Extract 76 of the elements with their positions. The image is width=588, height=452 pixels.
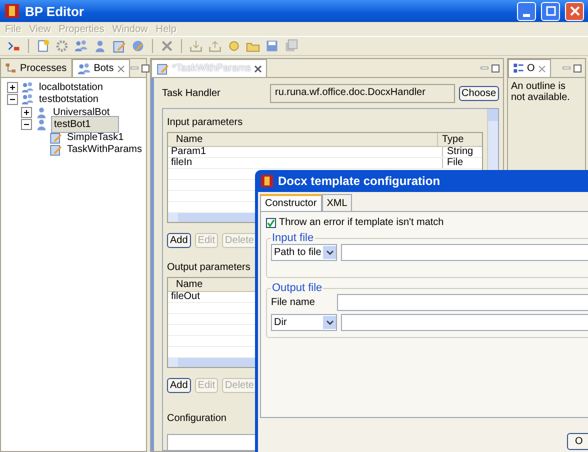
task-icon [49, 130, 62, 144]
tree-item[interactable]: UniversalBot [51, 106, 112, 118]
table-cell: File [442, 158, 482, 168]
dialog-tab[interactable]: Constructor [260, 194, 322, 211]
outline-message: An outline is not available. [510, 80, 571, 105]
tree-item[interactable]: localbotstation [37, 82, 105, 93]
dir-field[interactable] [341, 314, 588, 331]
diagram-icon [5, 62, 17, 74]
maximize-icon[interactable] [573, 64, 582, 72]
save-all-icon[interactable] [283, 38, 299, 54]
tree-item[interactable]: TaskWithParams [65, 144, 144, 156]
minimize-icon[interactable] [480, 64, 489, 72]
choose-button[interactable]: Choose [458, 86, 499, 101]
source-dropdown[interactable]: Dir [271, 314, 337, 331]
column-header[interactable]: Type [437, 133, 482, 146]
close-icon[interactable] [116, 64, 125, 72]
delete-icon[interactable] [159, 38, 175, 54]
task-icon [156, 62, 169, 75]
maximize-icon[interactable] [140, 64, 150, 72]
close-icon [570, 6, 580, 16]
close-icon[interactable] [254, 64, 262, 72]
new-file-icon[interactable] [35, 38, 51, 54]
minimize-button[interactable] [517, 2, 536, 20]
people-icon [21, 80, 34, 94]
app-icon [260, 174, 274, 188]
window-title: BP Editor [25, 4, 85, 18]
person-icon [35, 106, 48, 119]
group-title: Input file [271, 232, 315, 244]
editor-tab[interactable]: *TaskWithParams [151, 59, 267, 77]
checkbox[interactable] [266, 218, 276, 228]
maximize-button[interactable] [541, 2, 560, 20]
maximize-icon[interactable] [491, 64, 500, 72]
minimize-icon [523, 14, 530, 16]
section-title: Configuration [167, 413, 228, 424]
field-label: File name [271, 297, 316, 308]
dialog-title: Docx template configuration [278, 174, 440, 188]
app-icon [4, 3, 20, 19]
tree-item[interactable]: SimpleTask1 [65, 132, 126, 143]
file-name-field[interactable] [337, 294, 588, 311]
dialog-tab[interactable]: XML [322, 194, 352, 211]
close-button[interactable] [565, 2, 584, 20]
outline-icon [513, 63, 524, 74]
handler-field[interactable]: ru.runa.wf.office.doc.DocxHandler [270, 84, 455, 103]
person-icon [35, 118, 48, 132]
pencil-icon[interactable] [130, 38, 146, 54]
minimize-icon[interactable] [130, 64, 139, 72]
tree-item[interactable]: testbotstation [37, 94, 100, 106]
task-icon [49, 143, 62, 156]
people-icon [21, 93, 34, 106]
collapse-icon[interactable] [21, 119, 32, 130]
table-cell-text: Param1 [170, 147, 208, 157]
import-icon[interactable] [188, 38, 204, 54]
table-cell-text: fileIn [170, 158, 194, 168]
checkbox-label: Throw an error if template isn't match [279, 217, 444, 228]
path-field[interactable] [341, 244, 588, 261]
tree-item[interactable]: testBot1 [51, 116, 119, 134]
field-label: Task Handler [162, 88, 222, 99]
minimize-icon[interactable] [562, 64, 571, 72]
save-icon[interactable] [264, 38, 280, 54]
dialog-button[interactable]: O [567, 432, 588, 450]
table-cell: String [442, 147, 482, 157]
panel-tab[interactable]: Bots [72, 59, 130, 77]
section-title: Input parameters [167, 117, 244, 128]
table-cell-text: fileOut [170, 292, 201, 302]
collapse-icon[interactable] [7, 94, 18, 106]
task-icon[interactable] [111, 38, 127, 54]
column-header[interactable]: Name [168, 133, 437, 146]
expand-icon[interactable] [7, 82, 18, 93]
people-icon [76, 62, 91, 76]
source-dropdown[interactable]: Path to file [271, 244, 337, 261]
expand-icon[interactable] [21, 106, 32, 118]
maximize-icon [546, 6, 556, 16]
section-title: Output parameters [167, 262, 252, 273]
outline-tab[interactable]: O [508, 59, 551, 77]
people-icon[interactable] [73, 38, 89, 54]
group-title: Output file [271, 282, 324, 294]
